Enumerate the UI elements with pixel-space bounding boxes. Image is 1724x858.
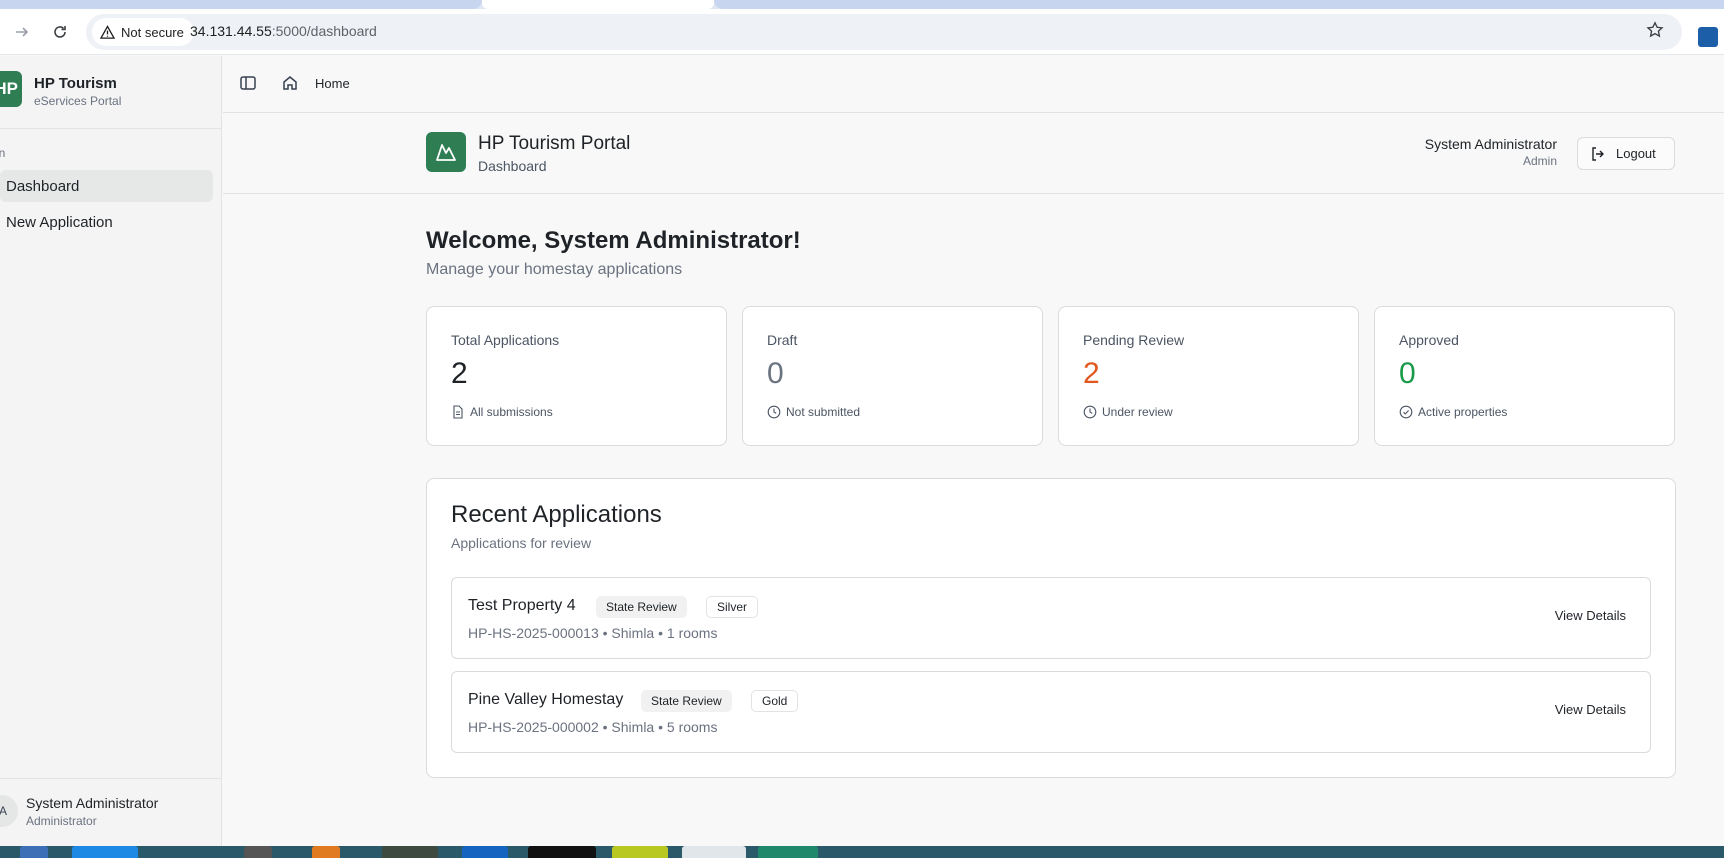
sidebar-user-footer[interactable]: A System Administrator Administrator <box>0 778 222 846</box>
taskbar-app-icon[interactable] <box>758 846 818 858</box>
logout-label: Logout <box>1616 146 1656 161</box>
sidebar-item-dashboard[interactable]: Dashboard <box>0 170 213 202</box>
sidebar-divider <box>0 128 222 129</box>
stat-value: 2 <box>451 357 468 390</box>
application-name: Pine Valley Homestay <box>468 691 624 708</box>
security-label: Not secure <box>121 24 184 40</box>
stat-note-text: Active properties <box>1418 405 1508 419</box>
stat-value: 2 <box>1083 357 1100 390</box>
list-item: Pine Valley Homestay State Review Gold H… <box>451 671 1651 753</box>
taskbar-app-icon[interactable] <box>312 846 340 858</box>
sidebar-item-new-application[interactable]: New Application <box>0 206 213 238</box>
url-text[interactable]: 34.131.44.55:5000/dashboard <box>190 23 377 39</box>
page-subtitle: Dashboard <box>478 158 547 174</box>
stat-note: Active properties <box>1399 405 1507 419</box>
stat-note: Under review <box>1083 405 1173 419</box>
application-meta: HP-HS-2025-000002 • Shimla • 5 rooms <box>468 719 718 735</box>
stat-note: All submissions <box>451 405 553 419</box>
security-chip[interactable]: Not secure <box>92 18 194 46</box>
address-bar[interactable]: Not secure 34.131.44.55:5000/dashboard <box>86 14 1682 50</box>
footer-user-role: Administrator <box>26 814 97 828</box>
extension-icon[interactable] <box>1698 27 1718 47</box>
stat-note-text: All submissions <box>470 405 553 419</box>
breadcrumb-home[interactable]: Home <box>315 76 350 91</box>
check-circle-icon <box>1399 405 1413 419</box>
view-details-button[interactable]: View Details <box>1555 608 1626 623</box>
url-path: :5000/dashboard <box>271 23 377 39</box>
header-user-role: Admin <box>1522 154 1557 168</box>
page-header: HP Tourism Portal Dashboard System Admin… <box>223 113 1724 194</box>
browser-toolbar: Not secure 34.131.44.55:5000/dashboard <box>0 9 1724 55</box>
stat-label: Total Applications <box>451 332 560 348</box>
taskbar-app-icon[interactable] <box>528 846 596 858</box>
stat-label: Approved <box>1399 332 1459 348</box>
status-badge: State Review <box>596 596 687 618</box>
stat-card-total: Total Applications 2 All submissions <box>426 306 727 446</box>
list-item: Test Property 4 State Review Silver HP-H… <box>451 577 1651 659</box>
header-user-name: System Administrator <box>1424 136 1557 152</box>
sidebar-item-label: New Application <box>6 213 113 231</box>
stat-note: Not submitted <box>767 405 860 419</box>
brand-subtitle: eServices Portal <box>34 94 122 108</box>
taskbar-app-icon[interactable] <box>244 846 272 858</box>
stat-label: Draft <box>767 332 798 348</box>
browser-tab-active[interactable] <box>482 0 714 9</box>
taskbar-app-icon[interactable] <box>72 846 138 858</box>
taskbar-app-icon[interactable] <box>382 846 438 858</box>
forward-arrow-icon[interactable] <box>8 18 36 46</box>
stat-label: Pending Review <box>1083 332 1185 348</box>
clock-icon <box>767 405 781 419</box>
stat-note-text: Not submitted <box>786 405 861 419</box>
stat-value: 0 <box>767 357 784 390</box>
content-topbar: Home <box>223 56 1724 113</box>
recent-subtitle: Applications for review <box>451 535 592 551</box>
welcome-subtitle: Manage your homestay applications <box>426 261 683 278</box>
brand-logo: HP <box>0 71 22 107</box>
browser-tab-right[interactable] <box>714 0 1724 9</box>
avatar: A <box>0 795 18 827</box>
sidebar-toggle-icon[interactable] <box>239 74 259 94</box>
stat-card-approved: Approved 0 Active properties <box>1374 306 1675 446</box>
header-user: System Administrator Admin <box>1425 136 1557 168</box>
page-title: HP Tourism Portal <box>478 133 631 154</box>
stat-card-draft: Draft 0 Not submitted <box>742 306 1043 446</box>
bookmark-star-icon[interactable] <box>1646 21 1668 43</box>
mountain-logo-icon <box>426 132 466 172</box>
warning-icon <box>100 24 115 39</box>
application-meta: HP-HS-2025-000013 • Shimla • 1 rooms <box>468 625 718 641</box>
browser-tab-left[interactable] <box>0 0 482 9</box>
logout-icon <box>1592 146 1604 161</box>
stat-value: 0 <box>1399 357 1416 390</box>
stat-card-pending: Pending Review 2 Under review <box>1058 306 1359 446</box>
tab-strip <box>0 0 1724 9</box>
application-name: Test Property 4 <box>468 597 576 614</box>
tier-badge: Gold <box>751 690 799 712</box>
recent-title: Recent Applications <box>451 501 662 528</box>
taskbar-app-icon[interactable] <box>462 846 508 858</box>
home-icon[interactable] <box>281 74 301 94</box>
file-icon <box>453 405 463 419</box>
welcome-heading: Welcome, System Administrator! <box>426 227 801 254</box>
view-details-button[interactable]: View Details <box>1555 702 1626 717</box>
recent-applications-card: Recent Applications Applications for rev… <box>426 478 1676 778</box>
sidebar-item-label: Dashboard <box>6 177 80 195</box>
status-badge: State Review <box>641 690 732 712</box>
taskbar-app-icon[interactable] <box>612 846 668 858</box>
sidebar-group-label: in <box>0 146 6 160</box>
taskbar-app-icon[interactable] <box>20 846 48 858</box>
stat-note-text: Under review <box>1102 405 1173 419</box>
tier-badge: Silver <box>706 596 759 618</box>
sidebar: HP HP Tourism eServices Portal in Dashbo… <box>0 56 222 846</box>
brand-name: HP Tourism <box>34 75 117 92</box>
footer-user-name: System Administrator <box>26 795 159 811</box>
url-host: 34.131.44.55 <box>190 23 272 39</box>
taskbar-app-icon[interactable] <box>682 846 746 858</box>
clock-icon <box>1083 405 1097 419</box>
reload-icon[interactable] <box>46 18 74 46</box>
logout-button[interactable]: Logout <box>1577 137 1675 170</box>
